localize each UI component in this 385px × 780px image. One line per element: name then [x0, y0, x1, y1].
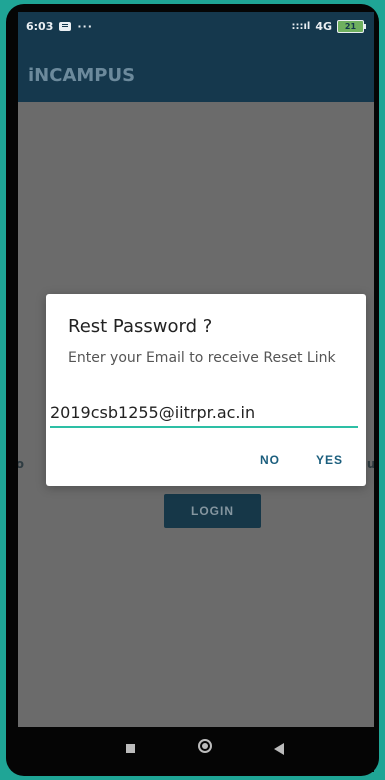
network-label: 4G — [315, 20, 332, 33]
battery-icon: 21 — [337, 20, 366, 33]
message-icon — [59, 22, 72, 31]
app-title: iNCAMPUS — [28, 65, 136, 86]
phone-frame: 6:03 ··· :::ıl 4G 21 iNCAMPUS Fo up LOGI… — [6, 4, 379, 776]
dialog-title: Rest Password ? — [68, 316, 213, 337]
home-icon[interactable] — [198, 739, 212, 753]
forgot-password-fragment[interactable]: Fo — [18, 457, 24, 471]
yes-button[interactable]: YES — [310, 452, 349, 468]
dialog-message: Enter your Email to receive Reset Link — [68, 350, 336, 366]
navigation-bar — [18, 727, 374, 772]
recent-apps-icon[interactable] — [126, 744, 135, 753]
signal-icon: :::ıl — [291, 21, 311, 32]
reset-password-dialog: Rest Password ? Enter your Email to rece… — [46, 294, 366, 486]
status-right: :::ıl 4G 21 — [291, 20, 366, 33]
screen: 6:03 ··· :::ıl 4G 21 iNCAMPUS Fo up LOGI… — [18, 12, 374, 772]
login-button[interactable]: LOGIN — [164, 494, 261, 528]
no-button[interactable]: NO — [254, 452, 286, 468]
back-icon[interactable] — [274, 743, 284, 755]
status-left: 6:03 ··· — [26, 20, 93, 33]
notification-dots: ··· — [77, 20, 93, 33]
signup-fragment[interactable]: up — [367, 457, 374, 471]
email-input[interactable] — [50, 400, 358, 428]
status-bar: 6:03 ··· :::ıl 4G 21 — [18, 12, 374, 42]
battery-level: 21 — [344, 22, 357, 31]
app-bar: iNCAMPUS — [18, 42, 374, 102]
status-time: 6:03 — [26, 20, 54, 33]
